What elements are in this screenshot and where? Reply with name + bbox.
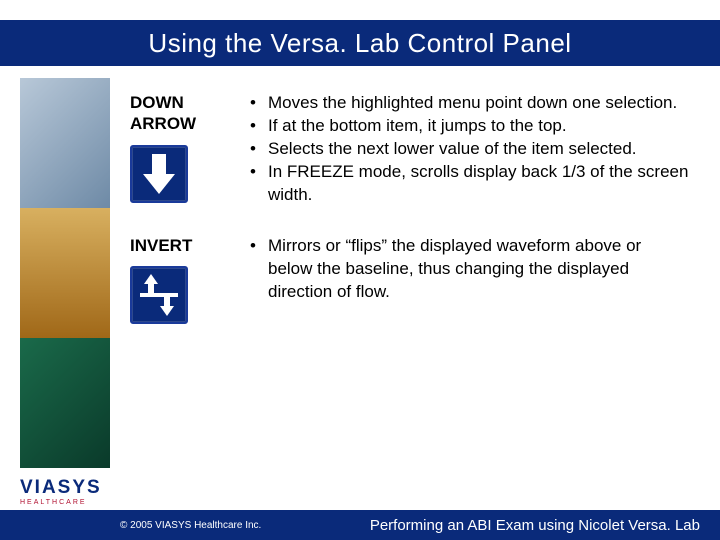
slide-title: Using the Versa. Lab Control Panel	[148, 28, 571, 59]
title-bar: Using the Versa. Lab Control Panel	[0, 20, 720, 66]
section-label: DOWN ARROW	[130, 92, 250, 135]
bullet-item: Selects the next lower value of the item…	[250, 138, 690, 161]
section-down-arrow: DOWN ARROW Moves the highlighted menu po…	[130, 92, 690, 207]
section-invert: INVERT Mirrors or “flips” the displayed …	[130, 235, 690, 324]
bullet-list: Mirrors or “flips” the displayed wavefor…	[250, 235, 690, 324]
logo-subtext: HEALTHCARE	[20, 499, 102, 506]
content-area: DOWN ARROW Moves the highlighted menu po…	[130, 92, 690, 352]
bullet-item: Mirrors or “flips” the displayed wavefor…	[250, 235, 690, 304]
footer-bar: © 2005 VIASYS Healthcare Inc. Performing…	[0, 510, 720, 540]
decorative-side-strip	[20, 78, 110, 478]
viasys-logo: VIASYS HEALTHCARE	[20, 477, 102, 506]
label-column: INVERT	[130, 235, 250, 324]
bullet-item: If at the bottom item, it jumps to the t…	[250, 115, 690, 138]
label-column: DOWN ARROW	[130, 92, 250, 207]
invert-icon	[130, 266, 188, 324]
copyright-text: © 2005 VIASYS Healthcare Inc.	[120, 520, 261, 531]
decorative-image-2	[20, 208, 110, 338]
decorative-image-3	[20, 338, 110, 468]
bullet-item: In FREEZE mode, scrolls display back 1/3…	[250, 161, 690, 207]
section-label: INVERT	[130, 235, 250, 256]
decorative-image-1	[20, 78, 110, 208]
logo-brand: VIASYS	[20, 477, 102, 499]
down-arrow-icon	[130, 145, 188, 203]
bullet-item: Moves the highlighted menu point down on…	[250, 92, 690, 115]
footer-title: Performing an ABI Exam using Nicolet Ver…	[370, 517, 700, 534]
bullet-list: Moves the highlighted menu point down on…	[250, 92, 690, 207]
